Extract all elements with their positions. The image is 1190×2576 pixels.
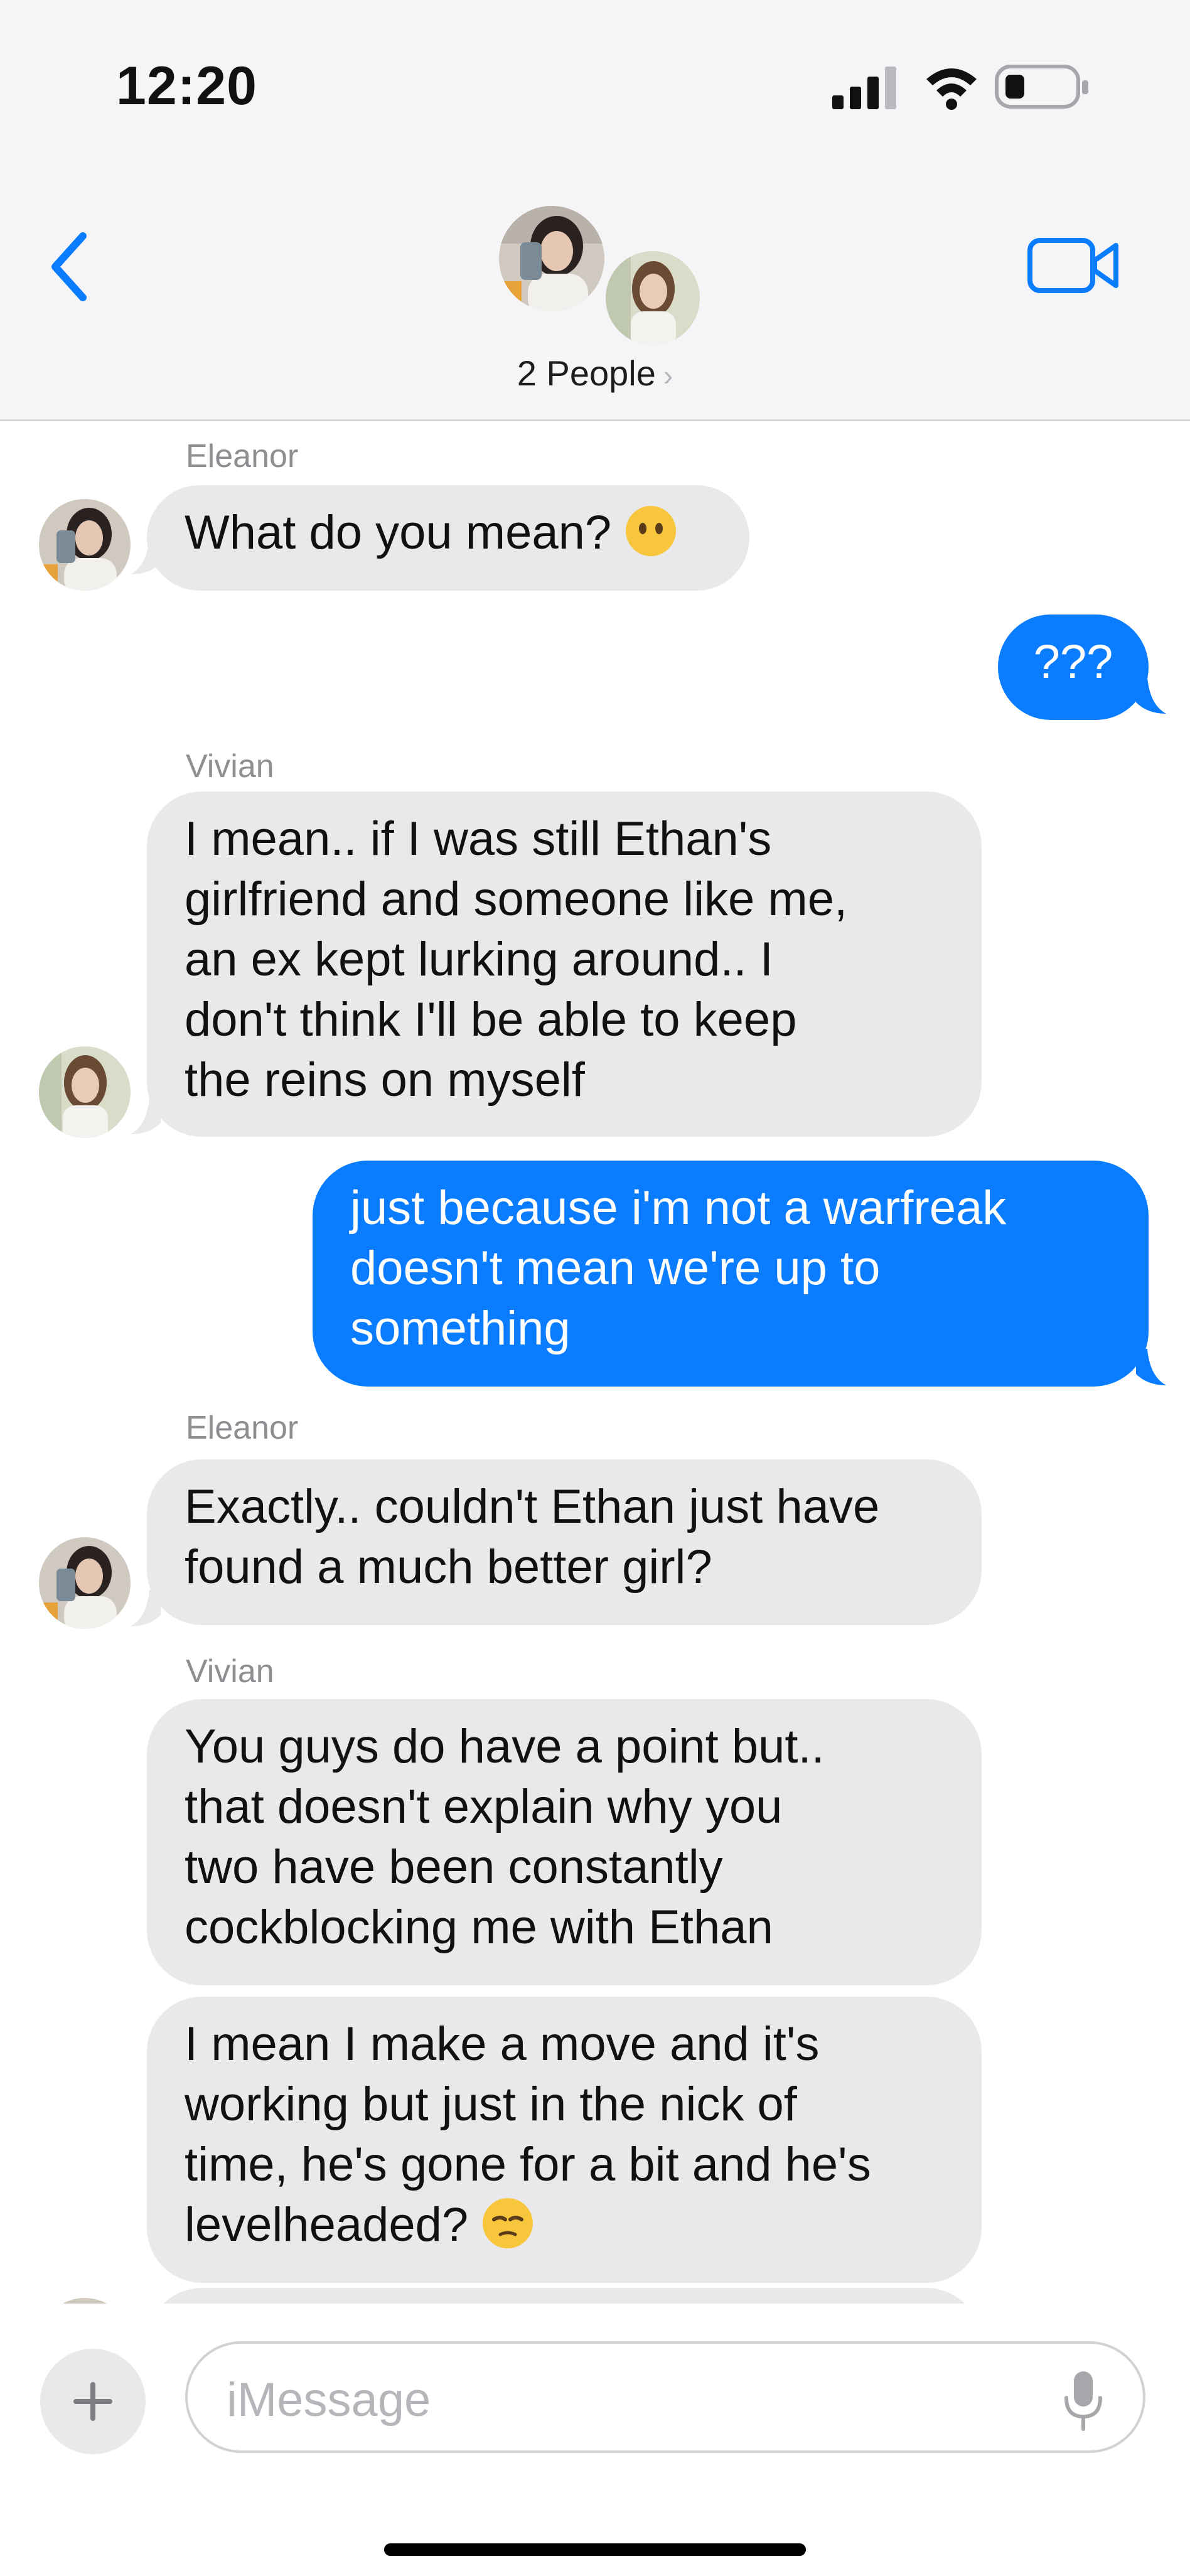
message-thread[interactable]: Eleanor What do you mean? ??? Vivian I m…	[0, 421, 1190, 2304]
message-line: something	[350, 1302, 571, 1355]
message-text: ???	[1033, 635, 1113, 689]
message-line: I mean.. if I was still Ethan's	[185, 812, 772, 866]
status-icons	[832, 65, 1088, 110]
message-bubble-outgoing[interactable]: just because i'm not a warfreak doesn't …	[313, 1161, 1149, 1387]
message-line: two have been constantly	[185, 1840, 723, 1894]
signal-icon	[832, 67, 896, 109]
message-line: levelheaded?	[185, 2195, 944, 2255]
message-bubble-incoming[interactable]: I mean I make a move and it's working bu…	[147, 1997, 982, 2283]
group-avatar-vivian[interactable]	[603, 248, 703, 348]
bubble-tail	[1136, 1349, 1166, 1385]
unamused-face-emoji	[483, 2198, 533, 2248]
message-line: working but just in the nick of	[185, 2078, 797, 2131]
bubble-tail	[1136, 677, 1166, 714]
message-line: Exactly.. couldn't Ethan just have	[185, 1480, 880, 1533]
message-line: time, he's gone for a bit and he's	[185, 2138, 871, 2191]
message-line: just because i'm not a warfreak	[350, 1181, 1007, 1235]
sender-avatar-eleanor	[39, 1537, 131, 1629]
plus-icon	[73, 2382, 112, 2421]
message-line: found a much better girl?	[185, 1540, 712, 1594]
message-line: You guys do have a point but..	[185, 1720, 825, 1773]
message-line: that doesn't explain why you	[185, 1780, 783, 1833]
wifi-icon	[926, 68, 977, 110]
conversation-header: 12:20 2 People ›	[0, 0, 1190, 421]
message-line: cockblocking me with Ethan	[185, 1901, 773, 1954]
message-text: What do you mean?	[185, 506, 625, 559]
message-line: I mean I make a move and it's	[185, 2017, 820, 2071]
message-line: the reins on myself	[185, 1053, 585, 1107]
message-input-placeholder: iMessage	[227, 2373, 431, 2427]
message-line: an ex kept lurking around.. I	[185, 933, 773, 986]
message-line: doesn't mean we're up to	[350, 1242, 881, 1295]
message-bubble-incoming[interactable]: I mean.. if I was still Ethan's girlfrie…	[147, 792, 982, 1137]
message-line: don't think I'll be able to keep	[185, 993, 797, 1046]
group-title-label: 2 People	[517, 353, 656, 393]
chevron-right-icon: ›	[663, 359, 673, 392]
sender-name: Vivian	[186, 1653, 274, 1690]
message-bubble-incoming[interactable]: You guys do have a point but.. that does…	[147, 1699, 982, 1985]
message-input[interactable]: iMessage	[185, 2341, 1145, 2453]
microphone-icon[interactable]	[1061, 2369, 1105, 2432]
sender-name: Vivian	[186, 748, 274, 785]
status-time: 12:20	[116, 56, 257, 116]
message-bubble-incoming[interactable]: Exactly.. couldn't Ethan just have found…	[147, 1459, 982, 1625]
sender-name: Eleanor	[186, 438, 299, 475]
sender-avatar-eleanor	[39, 2298, 131, 2304]
neutral-face-emoji	[626, 506, 677, 556]
battery-icon	[995, 65, 1088, 109]
message-line-text: levelheaded?	[185, 2198, 482, 2251]
plus-button[interactable]	[40, 2349, 146, 2454]
message-bubble-outgoing[interactable]: ???	[998, 614, 1149, 720]
message-bubble-incoming[interactable]	[147, 2288, 982, 2304]
group-title[interactable]: 2 People ›	[0, 353, 1190, 394]
compose-bar: iMessage	[0, 2304, 1190, 2576]
sender-avatar-vivian	[39, 1046, 131, 1138]
sender-avatar-eleanor	[39, 499, 131, 591]
message-bubble-incoming[interactable]: What do you mean?	[147, 485, 749, 591]
back-chevron-icon[interactable]	[44, 226, 100, 308]
group-avatar-eleanor[interactable]	[499, 206, 604, 311]
sender-name: Eleanor	[186, 1410, 299, 1446]
video-call-icon[interactable]	[1027, 235, 1121, 295]
home-indicator[interactable]	[384, 2543, 806, 2556]
message-line: girlfriend and someone like me,	[185, 872, 848, 926]
